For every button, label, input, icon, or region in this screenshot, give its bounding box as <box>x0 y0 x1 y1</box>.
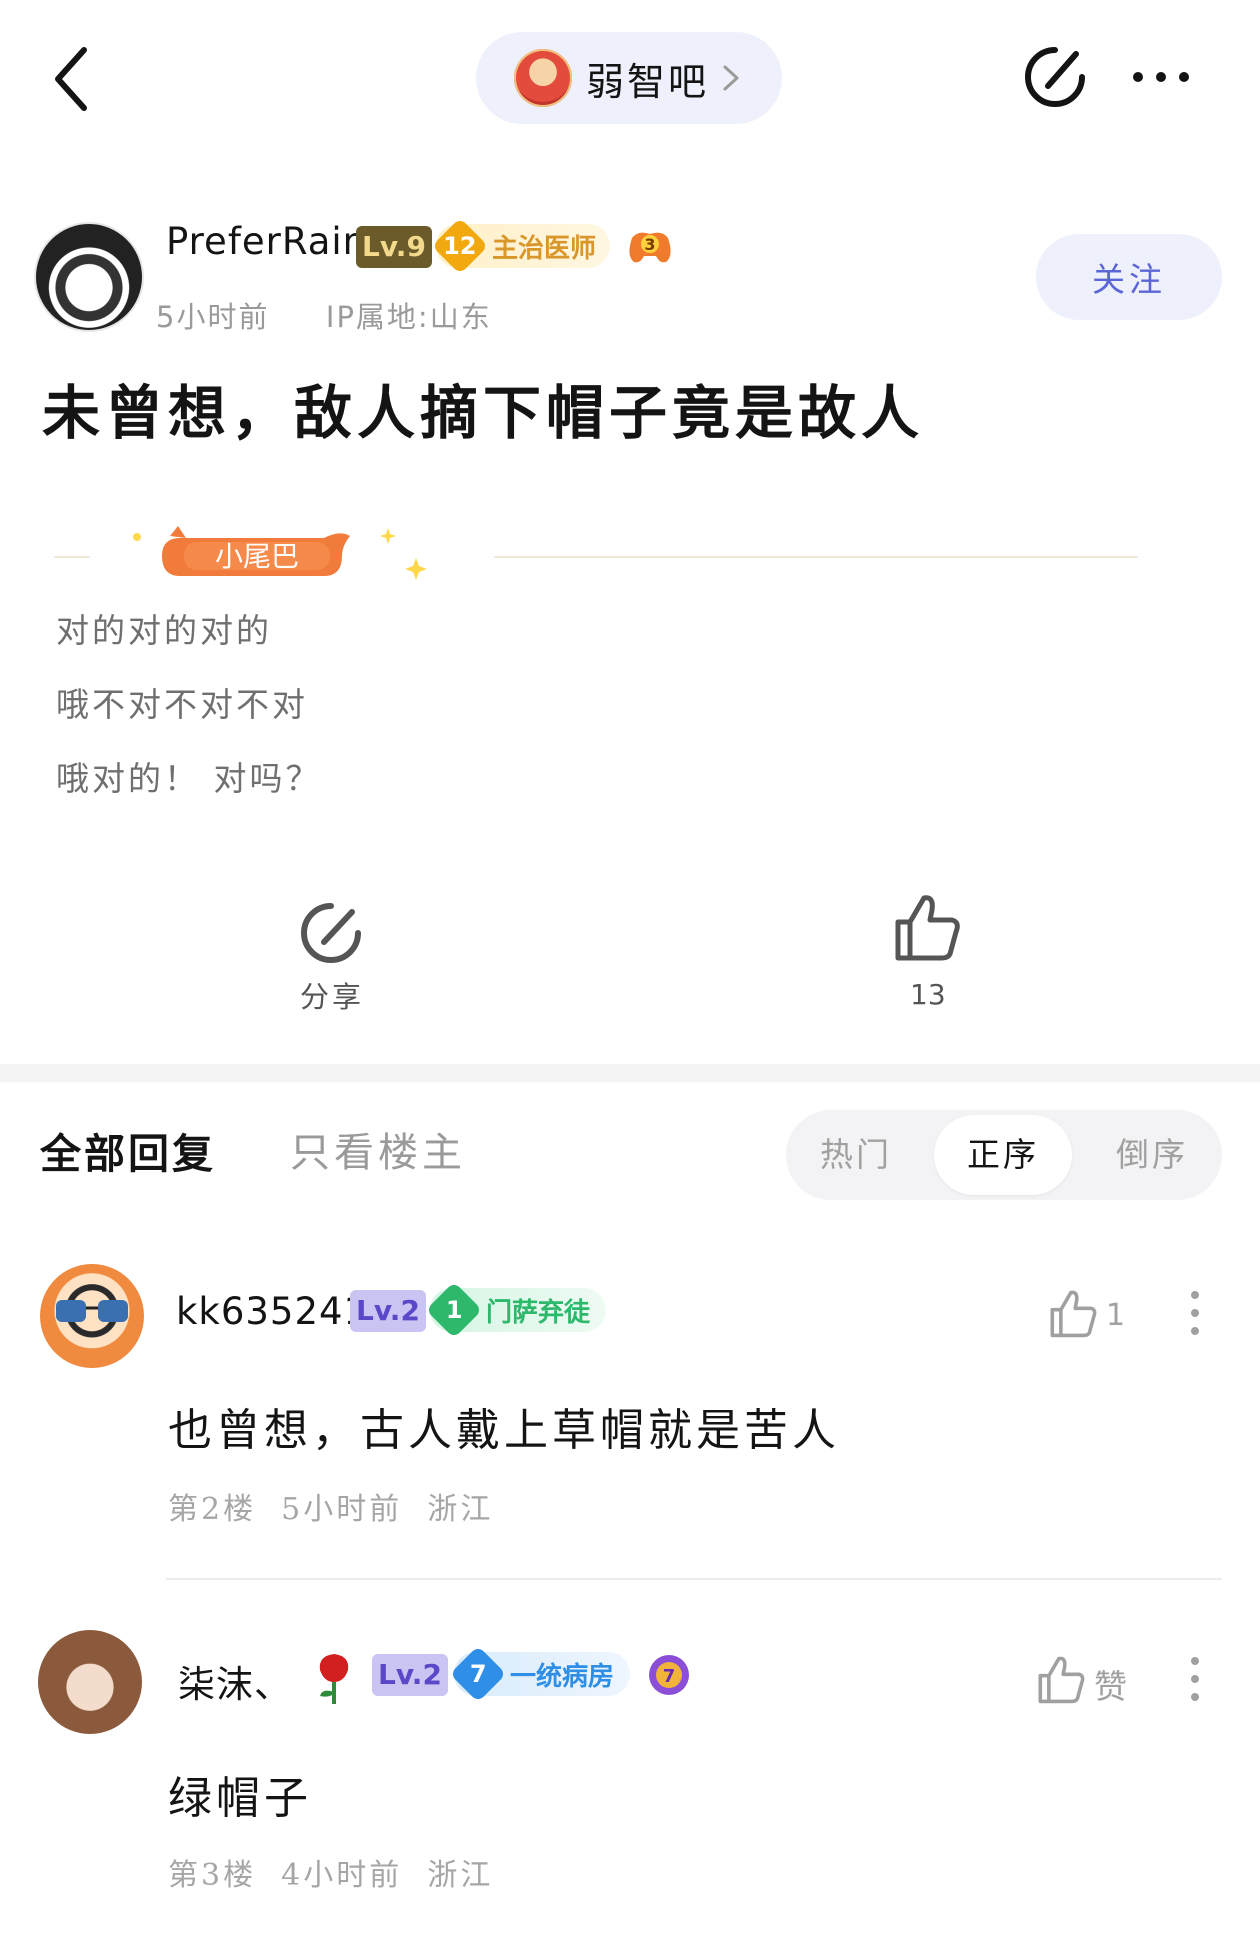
comment-level-badge: Lv.2 <box>350 1290 426 1332</box>
kebab-menu-icon[interactable] <box>1190 1656 1200 1702</box>
comment-like-label[interactable]: 赞 <box>1094 1660 1127 1708</box>
comment-avatar[interactable] <box>38 1630 142 1734</box>
glasses-icon <box>56 1300 128 1322</box>
svg-text:7: 7 <box>663 1666 676 1687</box>
post-meta: 5小时前 IP属地:山东 <box>156 294 492 336</box>
section-divider <box>0 1064 1260 1082</box>
title-level-diamond: 7 <box>449 1645 507 1703</box>
comment-like-count: 1 <box>1106 1298 1126 1333</box>
title-tag: 12 主治医师 <box>431 217 611 275</box>
title-text: 一统病房 <box>510 1661 615 1692</box>
forum-pill[interactable]: 弱智吧 <box>476 32 782 124</box>
follow-button[interactable]: 关注 <box>1036 234 1222 320</box>
comment-level-badge: Lv.2 <box>372 1654 448 1696</box>
sort-switcher: 热门 正序 倒序 <box>786 1110 1222 1200</box>
forum-name: 弱智吧 <box>586 59 710 104</box>
level-badge: Lv.9 <box>356 226 432 268</box>
comment-title-tag: 7 一统病房 <box>449 1645 631 1703</box>
comment-meta: 第3楼 4小时前 浙江 <box>168 1858 494 1893</box>
rose-icon <box>319 1654 349 1704</box>
title-text: 主治医师 <box>492 233 597 264</box>
sparkle-icon <box>380 528 427 580</box>
tab-op-only[interactable]: 只看楼主 <box>290 1120 466 1178</box>
tab-all-replies[interactable]: 全部回复 <box>40 1120 216 1180</box>
medal-badge-icon: 7 <box>649 1655 689 1695</box>
share-action-icon[interactable] <box>298 900 364 966</box>
share-label[interactable]: 分享 <box>300 974 364 1016</box>
post-title: 未曾想，敌人摘下帽子竟是故人 <box>42 379 925 447</box>
comment-separator <box>166 1578 1222 1580</box>
comment-text: 也曾想，古人戴上草帽就是苦人 <box>168 1405 840 1456</box>
tail-divider-left <box>54 556 90 558</box>
tail-line-2: 哦不对不对不对 <box>56 685 308 724</box>
sort-desc[interactable]: 倒序 <box>1082 1110 1222 1200</box>
gamepad-badge-icon: 3 <box>629 232 671 263</box>
kebab-menu-icon[interactable] <box>1190 1290 1200 1336</box>
tail-divider-right <box>494 556 1138 558</box>
more-icon[interactable] <box>1130 60 1192 94</box>
author-avatar[interactable] <box>34 222 144 332</box>
post-ip: IP属地:山东 <box>325 300 492 334</box>
sort-asc[interactable]: 正序 <box>934 1115 1072 1195</box>
svg-text:3: 3 <box>644 235 655 254</box>
comment-text: 绿帽子 <box>168 1773 312 1824</box>
thumbs-up-icon[interactable] <box>892 892 962 964</box>
thumbs-up-icon[interactable] <box>1048 1288 1098 1340</box>
forum-avatar <box>514 49 572 107</box>
share-icon[interactable] <box>1020 42 1090 112</box>
like-count: 13 <box>910 978 946 1011</box>
comment-author-name[interactable]: kk635241 <box>176 1290 368 1333</box>
tail-line-3: 哦对的！ 对吗？ <box>56 759 322 798</box>
sort-hot[interactable]: 热门 <box>786 1110 926 1200</box>
thumbs-up-icon[interactable] <box>1036 1654 1086 1706</box>
post-time: 5小时前 <box>156 300 270 334</box>
comment-meta: 第2楼 5小时前 浙江 <box>168 1492 494 1527</box>
title-level-diamond: 12 <box>431 217 489 275</box>
tail-badge: 小尾巴 <box>162 526 350 576</box>
title-level-diamond: 1 <box>425 1281 483 1339</box>
tail-line-1: 对的对的对的 <box>56 611 272 650</box>
title-text: 门萨弃徒 <box>486 1297 591 1328</box>
back-arrow-icon[interactable] <box>50 44 96 114</box>
comment-title-tag: 1 门萨弃徒 <box>425 1281 607 1339</box>
chevron-right-icon <box>723 65 739 91</box>
author-name[interactable]: PreferRain <box>166 220 367 263</box>
comment-author-name[interactable]: 柒沫、 <box>178 1654 292 1708</box>
sparkle-dot-icon <box>133 533 141 541</box>
tail-label: 小尾巴 <box>215 540 299 573</box>
